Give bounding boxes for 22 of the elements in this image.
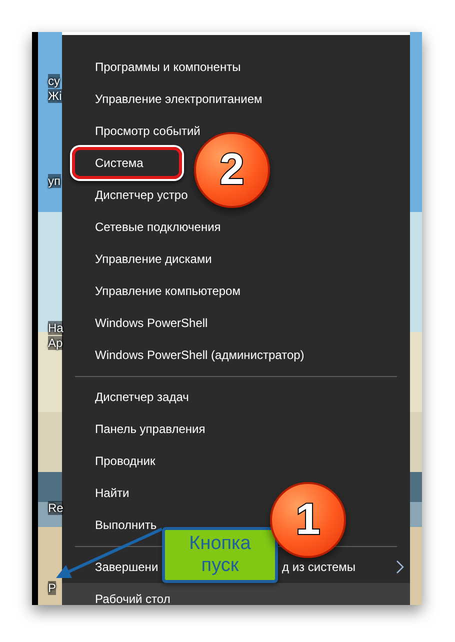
callout-label: Кнопка пуск — [162, 527, 278, 583]
desktop-icon-label: Жі — [48, 89, 62, 103]
menu-item[interactable]: Управление компьютером — [95, 282, 240, 300]
menu-item[interactable]: Выполнить — [95, 516, 157, 534]
desktop-icon-label: су — [48, 74, 60, 88]
desktop-icon-label: уп — [48, 174, 60, 188]
menu-item[interactable]: Панель управления — [95, 420, 206, 438]
menu-item[interactable]: Управление дисками — [95, 250, 212, 268]
menu-item[interactable]: Диспетчер устро — [95, 186, 188, 204]
menu-item[interactable]: Управление электропитанием — [95, 90, 262, 108]
menu-item[interactable]: Windows PowerShell (администратор) — [95, 346, 304, 364]
menu-item[interactable]: Windows PowerShell — [95, 314, 208, 332]
menu-item[interactable]: Найти — [95, 484, 130, 502]
menu-item-text: д из системы — [282, 559, 356, 576]
menu-item[interactable]: Система — [95, 154, 144, 172]
desktop-icon-label: Р — [48, 581, 56, 595]
menu-item[interactable]: Рабочий стол — [95, 590, 170, 605]
menu-item[interactable]: Сетевые подключения — [95, 218, 221, 236]
menu-item[interactable]: Завершени — [95, 558, 158, 576]
menu-item[interactable]: Программы и компоненты — [95, 58, 241, 76]
menu-item[interactable]: Диспетчер задач — [95, 388, 189, 406]
menu-item[interactable]: Проводник — [95, 452, 156, 470]
